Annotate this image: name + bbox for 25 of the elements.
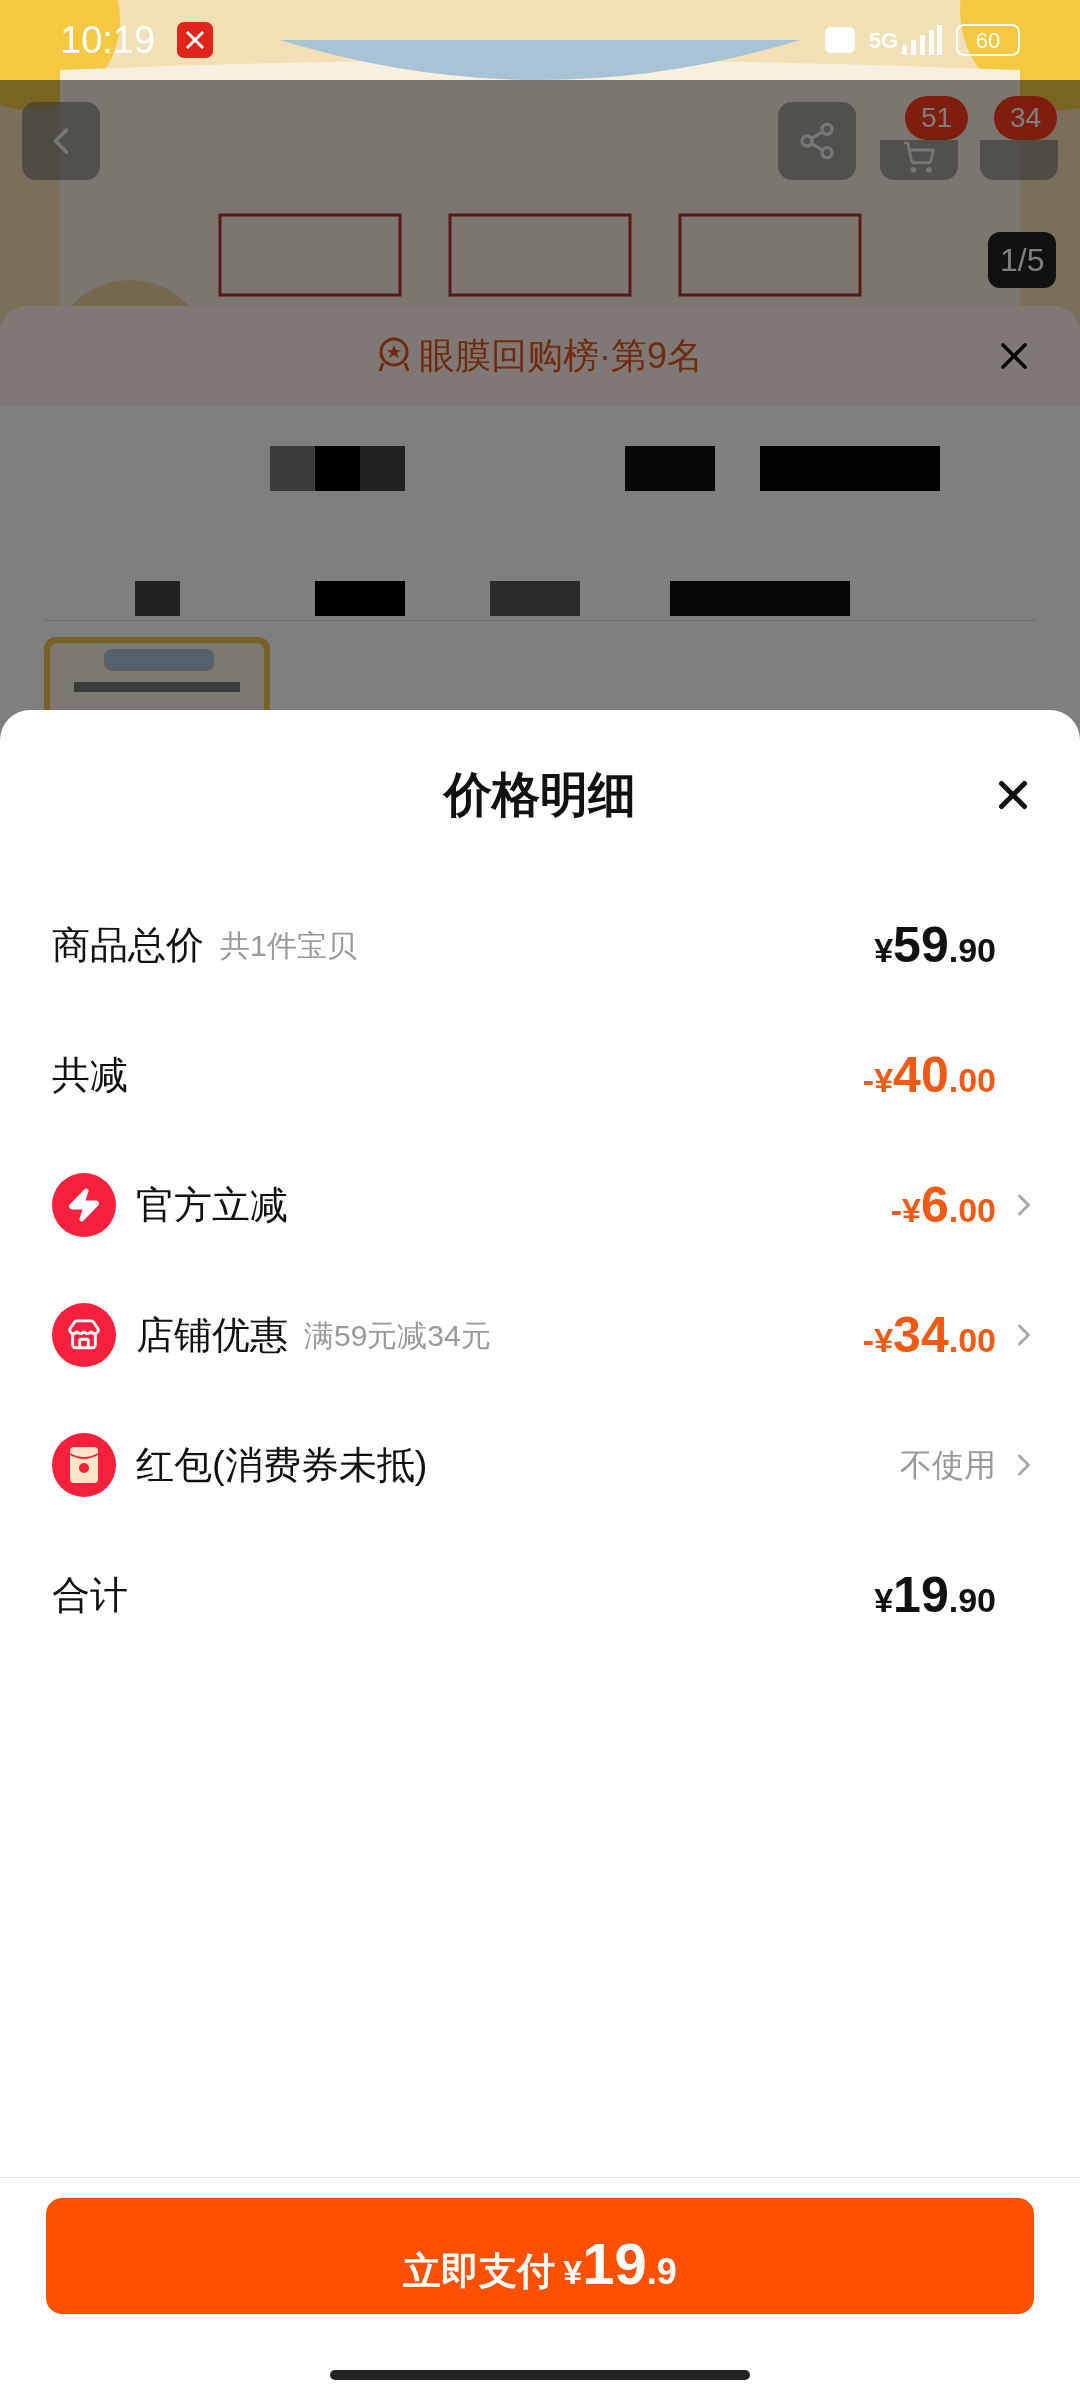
- price-amount: -¥6.00: [890, 1175, 996, 1235]
- share-icon: [797, 121, 837, 161]
- gallery-counter: 1/5: [988, 232, 1057, 288]
- row-label: 红包(消费券未抵): [136, 1442, 428, 1488]
- row-value: 不使用: [900, 1446, 996, 1485]
- cart-icon: [902, 140, 936, 174]
- row-label: 共减: [52, 1052, 128, 1098]
- row-label: 商品总价: [52, 922, 204, 968]
- price-amount: ¥59.90: [874, 915, 996, 975]
- price-amount: ¥19.90: [874, 1565, 996, 1625]
- battery-indicator: 60: [956, 24, 1020, 56]
- signal-icon: [900, 25, 942, 55]
- row-note: 满59元减34元: [304, 1317, 491, 1354]
- sheet-title: 价格明细: [444, 767, 636, 823]
- network-label: 5G: [868, 26, 898, 55]
- row-label: 店铺优惠: [136, 1312, 288, 1358]
- row-note: 共1件宝贝: [220, 927, 357, 964]
- ranking-title: 眼膜回购榜·第9名: [419, 334, 703, 378]
- row-label: 合计: [52, 1572, 128, 1618]
- pay-button[interactable]: 立即支付 ¥19.9: [46, 2198, 1034, 2314]
- row-label: 官方立减: [136, 1182, 288, 1228]
- price-amount: -¥40.00: [862, 1045, 996, 1105]
- app-notification-icon: [177, 22, 214, 58]
- hd-icon: [824, 27, 855, 53]
- price-amount: -¥34.00: [862, 1305, 996, 1365]
